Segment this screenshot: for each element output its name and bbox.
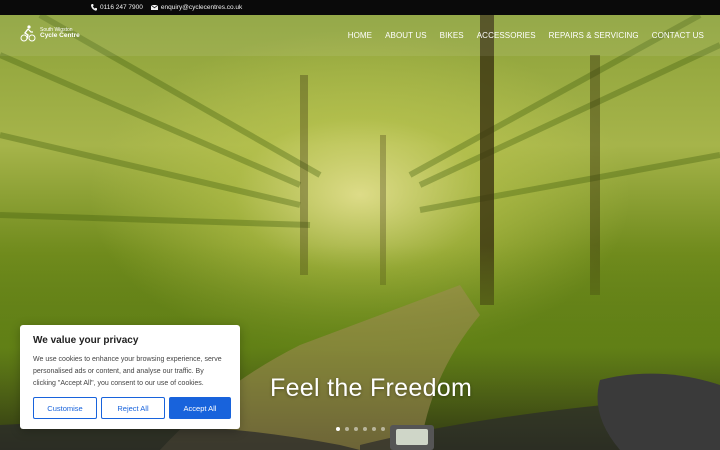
envelope-icon	[150, 5, 158, 10]
logo-text: South Wigston Cycle Centre	[40, 28, 80, 40]
email-address: enquiry@cyclecentres.co.uk	[160, 4, 243, 11]
site-header: South Wigston Cycle Centre HOME ABOUT US…	[0, 15, 720, 56]
email-link[interactable]: enquiry@cyclecentres.co.uk	[150, 4, 243, 11]
phone-link[interactable]: 0116 247 7900	[91, 4, 143, 11]
site-logo[interactable]: South Wigston Cycle Centre	[20, 25, 80, 43]
nav-about-us[interactable]: ABOUT US	[385, 31, 427, 40]
nav-home[interactable]: HOME	[348, 31, 372, 40]
accept-all-button[interactable]: Accept All	[169, 397, 231, 419]
phone-icon	[91, 4, 97, 11]
slider-dot[interactable]	[345, 427, 349, 431]
contact-bar: 0116 247 7900 enquiry@cyclecentres.co.uk	[0, 0, 720, 15]
slider-pagination	[336, 427, 385, 431]
cookie-consent-dialog: We value your privacy We use cookies to …	[20, 325, 240, 429]
slider-dot[interactable]	[363, 427, 367, 431]
reject-all-button[interactable]: Reject All	[101, 397, 165, 419]
nav-repairs-servicing[interactable]: REPAIRS & SERVICING	[549, 31, 639, 40]
nav-accessories[interactable]: ACCESSORIES	[477, 31, 536, 40]
cookie-buttons: Customise Reject All Accept All	[33, 397, 231, 419]
slider-dot[interactable]	[381, 427, 385, 431]
slider-dot[interactable]	[336, 427, 340, 431]
cyclist-icon	[20, 25, 36, 42]
main-navigation: HOME ABOUT US BIKES ACCESSORIES REPAIRS …	[348, 15, 704, 56]
customise-button[interactable]: Customise	[33, 397, 97, 419]
slider-dot[interactable]	[372, 427, 376, 431]
phone-number: 0116 247 7900	[100, 4, 143, 11]
slider-dot[interactable]	[354, 427, 358, 431]
nav-contact-us[interactable]: CONTACT US	[652, 31, 704, 40]
slide-caption: Feel the Freedom	[270, 374, 473, 402]
logo-line-2: Cycle Centre	[40, 32, 80, 40]
nav-bikes[interactable]: BIKES	[440, 31, 464, 40]
cookie-title: We value your privacy	[33, 335, 139, 346]
cookie-message: We use cookies to enhance your browsing …	[33, 356, 222, 387]
